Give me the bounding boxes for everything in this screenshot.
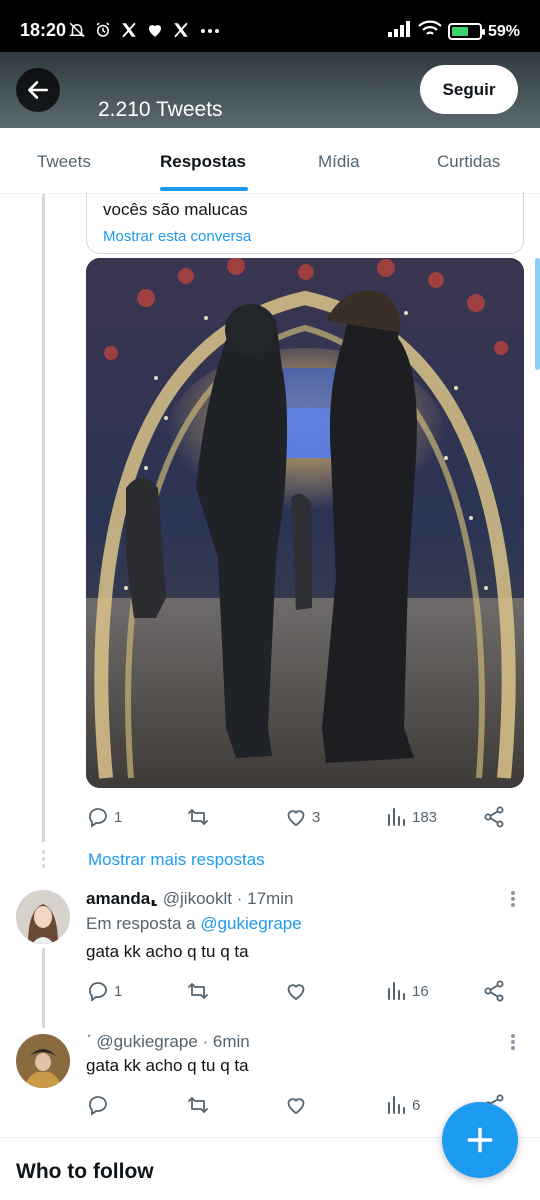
user-handle[interactable]: @gukiegrape [96,1032,197,1051]
thread-dot [42,864,45,868]
thread-line [42,194,45,842]
mute-bell-icon [68,21,86,44]
arrow-left-icon [28,81,48,99]
tweet-actions: 1 3 183 [86,802,516,832]
quoted-tweet-card[interactable]: vocês são malucas Mostrar esta conversa [86,192,524,254]
who-to-follow-heading: Who to follow [16,1160,154,1183]
tab-tweets[interactable]: Tweets [37,152,91,172]
view-count: 183 [412,808,438,826]
status-bar: 18:20 59% [0,0,540,52]
profile-header: 2.210 Tweets Seguir [0,52,540,128]
views-chart-icon [388,982,405,1000]
reply-icon [89,1096,107,1116]
views-button[interactable]: 183 [384,802,437,832]
reply-to-mention[interactable]: @gukiegrape [200,914,301,933]
alarm-icon [94,21,112,44]
tweet-count: 2.210 Tweets [98,98,223,121]
like-button[interactable] [284,976,308,1006]
status-right: 59% [387,20,520,43]
like-button[interactable] [284,1090,308,1120]
reply-button[interactable]: 1 [86,976,122,1006]
avatar[interactable] [16,890,70,944]
reply-to-prefix: Em resposta a [86,914,196,933]
signal-icon [387,21,412,42]
battery-percent: 59% [487,22,520,40]
display-name[interactable]: ˊ [86,1032,92,1051]
views-chart-icon [388,1096,405,1114]
more-options-icon[interactable] [510,1033,516,1051]
retweet-icon [188,983,208,999]
show-thread-link[interactable]: Mostrar esta conversa [103,228,251,245]
thread-dot [42,850,45,854]
reply-count: 1 [114,982,123,1000]
share-icon [484,806,504,828]
more-options-icon[interactable] [510,890,516,908]
avatar-image [16,890,70,944]
back-button[interactable] [16,68,60,112]
tweet-actions: 1 16 [86,976,516,1006]
reply-button[interactable] [86,1090,110,1120]
tab-midia[interactable]: Mídia [318,152,360,172]
share-icon [484,980,504,1002]
status-notification-icons [68,21,222,44]
views-chart-icon [388,808,405,826]
x-logo-icon [172,21,190,44]
retweet-button[interactable] [186,976,210,1006]
quoted-tweet-text: vocês são malucas [103,200,248,219]
profile-tabs: Tweets Respostas Mídia Curtidas [0,128,540,194]
x-logo-icon [120,21,138,44]
tab-respostas[interactable]: Respostas [160,152,246,172]
heart-outline-icon [287,810,305,827]
scrollbar-thumb[interactable] [535,258,540,370]
views-button[interactable]: 6 [384,1090,420,1120]
status-time: 18:20 [20,20,67,40]
reply-icon [89,982,107,1002]
follow-button[interactable]: Seguir [420,65,518,114]
share-button[interactable] [482,802,506,832]
view-count: 16 [412,982,429,1000]
heart-outline-icon [287,984,305,1001]
tweet-photo[interactable] [86,258,524,788]
like-button[interactable]: 3 [284,802,320,832]
tab-curtidas[interactable]: Curtidas [437,152,500,172]
show-more-replies-link[interactable]: Mostrar mais respostas [88,850,265,870]
reply-icon [89,808,107,828]
reply-to-line: Em resposta a @gukiegrape [86,914,302,934]
avatar-image [16,1034,70,1088]
user-handle[interactable]: @jikooklt [163,889,232,908]
active-tab-indicator [160,187,248,191]
retweet-button[interactable] [186,802,214,832]
retweet-icon [188,1097,208,1113]
reply-count: 1 [114,808,123,826]
compose-tweet-button[interactable] [442,1102,518,1178]
retweet-icon [188,809,208,825]
heart-outline-icon [287,1098,305,1115]
reply-1-header: amanda⸤ @jikooklt · 17min [86,889,293,909]
avatar[interactable] [16,1034,70,1088]
thread-dot [42,857,45,861]
like-count: 3 [312,808,321,826]
thread-line [42,948,45,1028]
views-button[interactable]: 16 [384,976,429,1006]
tweet-time: · 6min [202,1032,250,1051]
wifi-icon [418,20,442,43]
reply-2-text: gata kk acho q tu q ta [86,1056,249,1075]
photo-illustration [86,258,524,788]
plus-icon [467,1127,493,1153]
more-dots-icon [198,21,222,44]
reply-2-header: ˊ @gukiegrape · 6min [86,1032,250,1052]
view-count: 6 [412,1096,421,1114]
tweet-time: · 17min [236,889,294,908]
heart-icon [146,21,164,44]
reply-button[interactable]: 1 [86,802,122,832]
battery-icon [447,23,485,40]
retweet-button[interactable] [186,1090,210,1120]
reply-1-text: gata kk acho q tu q ta [86,942,249,961]
display-name[interactable]: amanda⸤ [86,889,158,908]
share-button[interactable] [482,976,506,1006]
